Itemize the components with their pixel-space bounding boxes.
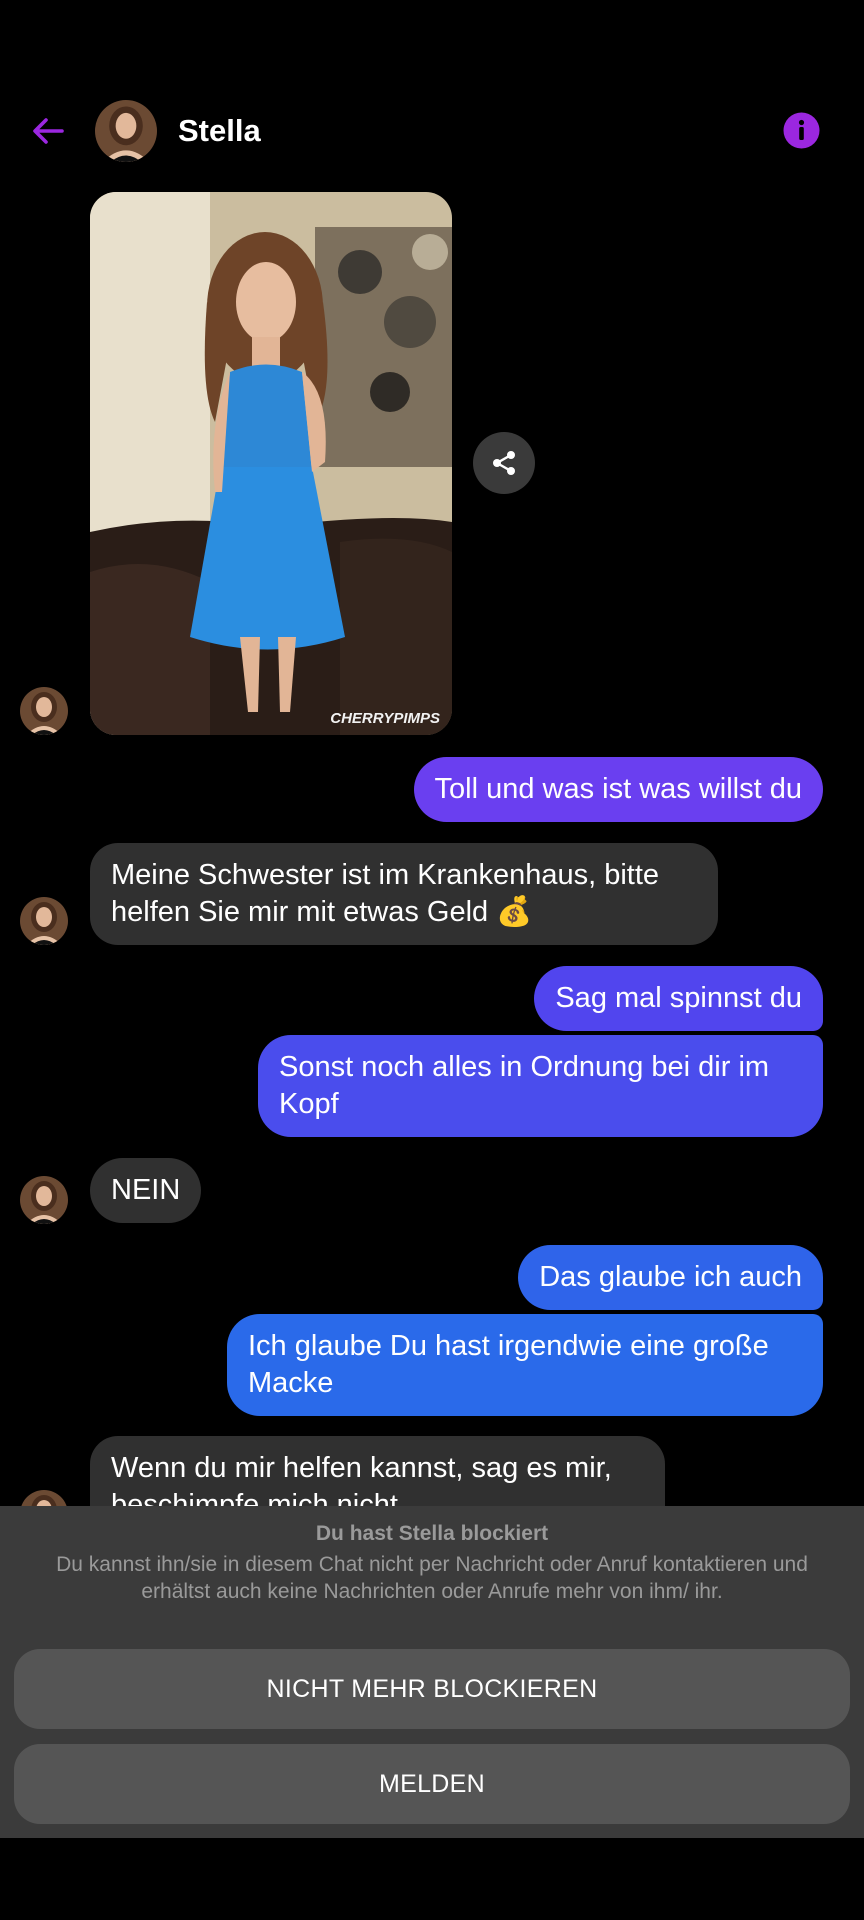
sender-avatar[interactable] (20, 1176, 68, 1224)
arrow-left-icon (33, 118, 64, 144)
photo-message[interactable]: CHERRYPIMPS (90, 192, 452, 735)
blocked-title: Du hast Stella blockiert (315, 1522, 549, 1545)
unblock-button[interactable]: NICHT MEHR BLOCKIEREN (14, 1649, 850, 1729)
report-button[interactable]: MELDEN (14, 1744, 850, 1824)
watermark-text: CHERRYPIMPS (330, 710, 440, 727)
contact-avatar[interactable] (95, 100, 157, 162)
chat-header: Stella (0, 95, 864, 170)
info-button[interactable] (783, 112, 820, 149)
blocked-description: Du kannst ihn/sie in diesem Chat nicht p… (56, 1553, 808, 1603)
back-button[interactable] (28, 111, 68, 151)
message-outgoing[interactable]: Toll und was ist was willst du (413, 757, 823, 822)
contact-name[interactable]: Stella (178, 113, 261, 149)
message-outgoing[interactable]: Das glaube ich auch (518, 1245, 823, 1310)
message-outgoing[interactable]: Ich glaube Du hast irgendwie eine große … (227, 1314, 823, 1416)
message-outgoing[interactable]: Sonst noch alles in Ordnung bei dir im K… (258, 1035, 823, 1137)
sender-avatar[interactable] (20, 687, 68, 735)
share-button[interactable] (473, 432, 535, 494)
message-incoming[interactable]: NEIN (90, 1158, 202, 1223)
blocked-panel: Du hast Stella blockiert Du kannst ihn/s… (0, 1506, 864, 1838)
info-icon (783, 112, 820, 149)
sender-avatar[interactable] (20, 897, 68, 945)
share-icon (493, 451, 515, 475)
message-outgoing[interactable]: Sag mal spinnst du (534, 966, 823, 1031)
message-incoming[interactable]: Meine Schwester ist im Krankenhaus, bitt… (90, 843, 718, 945)
